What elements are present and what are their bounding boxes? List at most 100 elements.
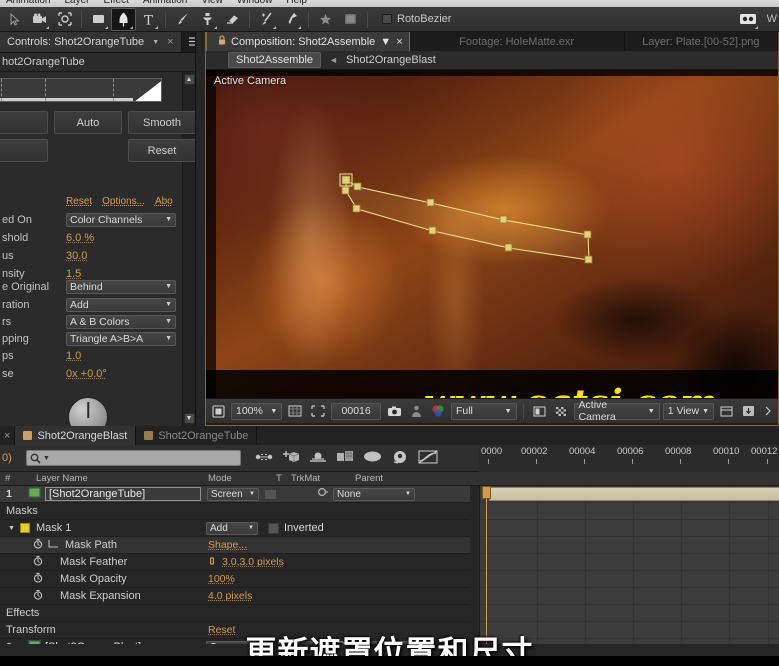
comp-tab-chevron-icon[interactable]: ▼ [380,36,391,48]
graph-editor-pill-icon[interactable] [363,450,382,466]
grid-guides-icon[interactable] [285,403,305,420]
composition-viewer[interactable]: Active Camera www.cgtsj.c [206,70,778,398]
table-row[interactable]: 1 [Shot2OrangeTube] Screen ▼ None ▼ [0,486,470,503]
scroll-up-icon[interactable]: ▲ [183,74,195,85]
list-item[interactable]: Mask Feather 3.0,3.0 pixels [0,554,470,571]
workspace-label[interactable]: W [767,13,777,25]
chevron-down-icon[interactable]: ▼ [152,39,159,46]
column-header-index[interactable]: # [5,473,10,484]
composition-mini-flowchart-icon[interactable] [255,451,273,466]
brush-tool-icon[interactable] [170,8,195,31]
channels-icon[interactable] [428,403,448,420]
menu-item-1[interactable]: Layer [64,0,89,6]
mask-path-value[interactable]: Shape... [208,539,247,551]
brainstorm-icon[interactable] [338,8,363,31]
property-dropdown-6[interactable]: A & B Colors ▼ [66,314,176,329]
layer-name-field-1[interactable]: [Shot2OrangeTube] [45,487,201,501]
effect-about-link[interactable]: Abo [155,196,173,210]
region-of-interest-icon[interactable] [308,403,328,420]
column-header-layername[interactable]: Layer Name [36,473,88,484]
timeline-current-time[interactable]: 0) [0,452,26,464]
pixel-aspect-icon[interactable] [717,403,736,420]
column-header-mode[interactable]: Mode [208,473,232,484]
search-text-field[interactable] [51,452,232,464]
timeline-link-icon[interactable] [761,403,775,420]
scroll-down-icon[interactable]: ▼ [183,413,195,424]
property-value-9[interactable]: 0x +0.0° [66,368,107,380]
layer-duration-bar[interactable] [489,487,779,501]
link-icon[interactable] [206,556,219,568]
tab-composition-shot2assemble[interactable]: Composition: Shot2Assemble ▼ × [206,32,410,51]
fast-preview-icon[interactable] [739,403,758,420]
tab-shot2orangeblast[interactable]: Shot2OrangeBlast [15,426,137,445]
list-item[interactable]: Masks [0,503,470,520]
puppet-pin-tool-icon[interactable] [279,8,304,31]
tab-effect-controls[interactable]: Controls: Shot2OrangeTube ▼ × [0,32,182,52]
menu-item-5[interactable]: Window [237,0,273,6]
unnamed-button[interactable] [0,111,48,134]
property-value-1[interactable]: 6.0 % [66,232,94,244]
current-time-indicator[interactable] [482,486,491,644]
tab-shot2orangetube[interactable]: Shot2OrangeTube [136,426,258,445]
camera-tool-icon[interactable] [27,8,52,31]
smooth-button[interactable]: Smooth [128,111,195,134]
breadcrumb-root[interactable]: Shot2Assemble [228,52,322,68]
tab-footage-holematte[interactable]: Footage: HoleMatte.exr [409,32,625,51]
pen-tool-icon[interactable] [111,7,136,31]
search-input[interactable]: ▼ [26,450,241,466]
mask-path-overlay[interactable] [206,70,778,398]
timeline-panel-close[interactable]: × [0,426,16,445]
search-chevron-icon[interactable]: ▼ [43,455,50,462]
lock-icon[interactable] [218,35,226,48]
region-interest-toggle-icon[interactable] [530,403,549,420]
camera-view-dropdown[interactable]: Active Camera ▼ [573,399,660,423]
menu-item-4[interactable]: View [201,0,223,6]
comp-tab-close-icon[interactable]: × [396,36,402,48]
levels-histogram-widget[interactable] [0,78,162,102]
stopwatch-icon[interactable] [33,538,43,552]
cti-head[interactable] [482,486,491,499]
menu-item-6[interactable]: Help [286,0,307,6]
list-item[interactable]: Mask Expansion 4.0 pixels [0,588,470,605]
stopwatch-icon[interactable] [33,589,43,603]
property-value-2[interactable]: 30.0 [66,250,87,262]
mask-feather-value[interactable]: 3.0,3.0 pixels [222,556,284,568]
reset-button[interactable]: Reset [128,139,195,162]
effect-reset-link[interactable]: Reset [66,196,92,210]
panel-menu-icon[interactable] [182,32,195,52]
zoom-level-dropdown[interactable]: 100% ▼ [231,402,283,420]
graph-editor-icon[interactable] [418,449,438,467]
property-dropdown-7[interactable]: Triangle A>B>A ▼ [66,331,176,346]
always-preview-icon[interactable] [209,403,228,420]
list-item[interactable]: Mask Path Shape... [0,537,470,554]
parent-pickwhip-icon-1[interactable] [317,487,329,501]
roto-bezier-toggle[interactable]: RotoBezier [382,13,451,25]
tab-layer-plate[interactable]: Layer: Plate.[00-52].png [624,32,778,51]
timeline-ruler[interactable]: 0000 00002 00004 00006 00008 00010 00012 [479,445,779,472]
timeline-track-area[interactable] [479,486,779,644]
property-dropdown-5[interactable]: Add ▼ [66,297,176,312]
menu-item-2[interactable]: Effect [103,0,128,6]
type-tool-icon[interactable]: T [136,8,161,31]
roto-bezier-checkbox[interactable] [382,14,392,24]
property-dropdown-0[interactable]: Color Channels ▼ [66,212,176,227]
current-frame-field[interactable]: 00016 [331,402,381,420]
property-value-8[interactable]: 1.0 [66,350,81,362]
clone-stamp-tool-icon[interactable] [195,8,220,31]
snapshot-icon[interactable] [384,403,405,420]
list-item[interactable]: Mask Opacity 100% [0,571,470,588]
brainstorm-timeline-icon[interactable] [336,450,354,466]
zoom-tool-icon[interactable] [52,8,77,31]
close-icon[interactable]: × [167,36,173,48]
eraser-tool-icon[interactable] [220,8,245,31]
layer-mode-dropdown-1[interactable]: Screen ▼ [207,487,259,501]
view-layout-dropdown[interactable]: 1 View ▼ [662,402,715,420]
unnamed-button-2[interactable] [0,139,48,162]
transparency-grid-icon[interactable] [552,403,571,420]
column-header-t[interactable]: T [276,473,282,484]
column-header-trkmat[interactable]: TrkMat [291,473,320,484]
column-header-parent[interactable]: Parent [355,473,383,484]
menu-bar[interactable]: Animation Layer Effect Animation View Wi… [0,0,779,7]
effect-options-link[interactable]: Options... [102,196,145,210]
mask-disclosure-icon[interactable]: ▼ [8,525,15,532]
